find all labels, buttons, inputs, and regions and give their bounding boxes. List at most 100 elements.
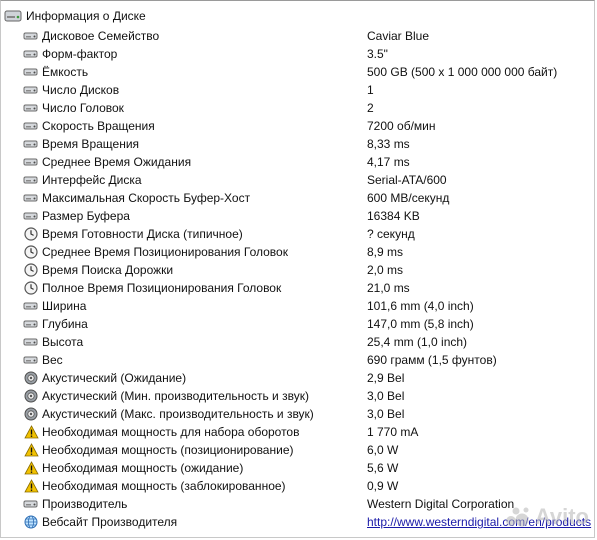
property-value: 1 [367, 83, 374, 97]
manufacturer-website-link[interactable]: http://www.westerndigital.com/en/product… [367, 515, 591, 529]
warning-icon [23, 442, 39, 458]
property-row[interactable]: Полное Время Позиционирования Головок 21,… [1, 279, 596, 297]
property-label: Дисковое Семейство [42, 29, 160, 43]
property-value: 16384 KB [367, 209, 420, 223]
property-row[interactable]: Число Головок 2 [1, 99, 596, 117]
property-row[interactable]: Ёмкость 500 GB (500 x 1 000 000 000 байт) [1, 63, 596, 81]
warning-icon [23, 460, 39, 476]
property-label: Высота [42, 335, 84, 349]
property-row[interactable]: Форм-фактор 3.5" [1, 45, 596, 63]
property-value: 6,0 W [367, 443, 399, 457]
property-row[interactable]: Скорость Вращения 7200 об/мин [1, 117, 596, 135]
property-row[interactable]: Время Поиска Дорожки 2,0 ms [1, 261, 596, 279]
disk-property-icon [23, 496, 39, 512]
property-value: 25,4 mm (1,0 inch) [367, 335, 468, 349]
hdd-icon [4, 9, 22, 23]
property-label: Время Готовности Диска (типичное) [42, 227, 243, 241]
property-value: Caviar Blue [367, 29, 430, 43]
property-label: Максимальная Скорость Буфер-Хост [42, 191, 251, 205]
property-label: Среднее Время Позиционирования Головок [42, 245, 288, 259]
property-row[interactable]: Время Вращения 8,33 ms [1, 135, 596, 153]
property-row[interactable]: Акустический (Ожидание) 2,9 Bel [1, 369, 596, 387]
property-label: Вебсайт Производителя [42, 515, 178, 529]
property-value: 5,6 W [367, 461, 399, 475]
property-label: Акустический (Мин. производительность и … [42, 389, 309, 403]
property-row[interactable]: Размер Буфера 16384 KB [1, 207, 596, 225]
property-value: 3,0 Bel [367, 407, 405, 421]
property-label: Ширина [42, 299, 87, 313]
property-row[interactable]: Необходимая мощность для набора оборотов… [1, 423, 596, 441]
property-value: 600 MB/секунд [367, 191, 450, 205]
disk-property-icon [23, 298, 39, 314]
property-label: Время Поиска Дорожки [42, 263, 174, 277]
property-value: 2,9 Bel [367, 371, 405, 385]
property-row[interactable]: Время Готовности Диска (типичное) ? секун… [1, 225, 596, 243]
disk-property-icon [23, 100, 39, 116]
section-header[interactable]: Информация о Диске [4, 7, 146, 25]
property-label: Производитель [42, 497, 128, 511]
property-row[interactable]: Число Дисков 1 [1, 81, 596, 99]
property-row[interactable]: Высота 25,4 mm (1,0 inch) [1, 333, 596, 351]
disk-property-icon [23, 82, 39, 98]
disk-property-icon [23, 208, 39, 224]
property-value: 21,0 ms [367, 281, 410, 295]
property-value: 4,17 ms [367, 155, 410, 169]
property-label: Акустический (Макс. производительность и… [42, 407, 314, 421]
property-value: 7200 об/мин [367, 119, 436, 133]
property-value: Western Digital Corporation [367, 497, 515, 511]
disk-property-icon [23, 28, 39, 44]
property-value: 8,33 ms [367, 137, 410, 151]
disk-property-icon [23, 118, 39, 134]
disk-property-icon [23, 172, 39, 188]
property-value: 1 770 mA [367, 425, 419, 439]
property-row[interactable]: Глубина 147,0 mm (5,8 inch) [1, 315, 596, 333]
disk-property-icon [23, 64, 39, 80]
property-row[interactable]: Среднее Время Ожидания 4,17 ms [1, 153, 596, 171]
property-row[interactable]: Необходимая мощность (заблокированное) 0,… [1, 477, 596, 495]
section-title: Информация о Диске [26, 9, 146, 23]
property-label: Размер Буфера [42, 209, 130, 223]
property-row[interactable]: Интерфейс Диска Serial-ATA/600 [1, 171, 596, 189]
disk-property-icon [23, 352, 39, 368]
speaker-icon [23, 370, 39, 386]
property-list: Дисковое Семейство Caviar Blue Форм-фактор… [1, 27, 596, 531]
property-value: 147,0 mm (5,8 inch) [367, 317, 474, 331]
property-label: Глубина [42, 317, 88, 331]
property-row[interactable]: Дисковое Семейство Caviar Blue [1, 27, 596, 45]
property-value: 690 грамм (1,5 фунтов) [367, 353, 497, 367]
property-row[interactable]: Среднее Время Позиционирования Головок 8,… [1, 243, 596, 261]
disk-property-icon [23, 334, 39, 350]
disk-property-icon [23, 136, 39, 152]
property-label: Число Головок [42, 101, 124, 115]
property-row[interactable]: Необходимая мощность (позиционирование) 6… [1, 441, 596, 459]
property-row[interactable]: Вебсайт Производителя http://www.westernd… [1, 513, 596, 531]
property-value: 0,9 W [367, 479, 399, 493]
speaker-icon [23, 388, 39, 404]
property-value: 101,6 mm (4,0 inch) [367, 299, 474, 313]
property-label: Необходимая мощность (ожидание) [42, 461, 244, 475]
property-label: Число Дисков [42, 83, 120, 97]
disk-property-icon [23, 190, 39, 206]
property-label: Скорость Вращения [42, 119, 155, 133]
property-row[interactable]: Акустический (Макс. производительность и… [1, 405, 596, 423]
disk-info-panel: Информация о Диске Дисковое Семейство Cav… [0, 0, 595, 538]
property-value: ? секунд [367, 227, 415, 241]
property-label: Вес [42, 353, 63, 367]
clock-icon [23, 280, 39, 296]
property-label: Ёмкость [42, 65, 89, 79]
property-row[interactable]: Вес 690 грамм (1,5 фунтов) [1, 351, 596, 369]
property-value: 2 [367, 101, 374, 115]
property-row[interactable]: Акустический (Мин. производительность и … [1, 387, 596, 405]
property-label: Акустический (Ожидание) [42, 371, 187, 385]
property-label: Необходимая мощность (позиционирование) [42, 443, 294, 457]
warning-icon [23, 424, 39, 440]
property-row[interactable]: Ширина 101,6 mm (4,0 inch) [1, 297, 596, 315]
property-row[interactable]: Производитель Western Digital Corporation [1, 495, 596, 513]
clock-icon [23, 244, 39, 260]
property-label: Форм-фактор [42, 47, 118, 61]
property-label: Интерфейс Диска [42, 173, 142, 187]
property-row[interactable]: Необходимая мощность (ожидание) 5,6 W [1, 459, 596, 477]
property-row[interactable]: Максимальная Скорость Буфер-Хост 600 MB/с… [1, 189, 596, 207]
property-value: 8,9 ms [367, 245, 404, 259]
property-label: Среднее Время Ожидания [42, 155, 192, 169]
